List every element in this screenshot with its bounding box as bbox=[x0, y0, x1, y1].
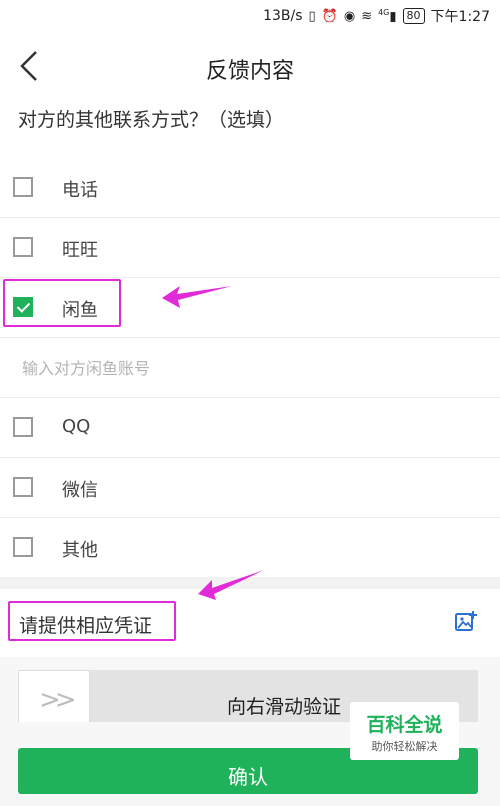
option-label: 旺旺 bbox=[62, 240, 98, 261]
option-label: 微信 bbox=[62, 480, 98, 501]
option-label: QQ bbox=[62, 416, 91, 437]
contact-section-title: 对方的其他联系方式？（选填） bbox=[18, 109, 285, 131]
checkbox[interactable] bbox=[13, 237, 33, 257]
cell-signal-icon: 4G▮ bbox=[378, 7, 397, 25]
page-title: 反馈内容 bbox=[205, 59, 294, 84]
option-phone[interactable]: 电话 bbox=[0, 158, 500, 218]
option-wangwang[interactable]: 旺旺 bbox=[0, 218, 500, 278]
option-wechat[interactable]: 微信 bbox=[0, 458, 500, 518]
contact-options-list: 电话 旺旺 闲鱼 QQ 微信 其他 bbox=[0, 158, 500, 577]
network-speed: 13B/s bbox=[263, 8, 303, 24]
annotation-box-proof bbox=[8, 601, 176, 641]
app-header: 反馈内容 bbox=[0, 32, 500, 102]
option-qq[interactable]: QQ bbox=[0, 398, 500, 458]
annotation-box-xianyu bbox=[3, 279, 121, 327]
wifi-icon: ≋ bbox=[361, 8, 373, 24]
xianyu-account-input[interactable] bbox=[20, 350, 464, 386]
checkbox[interactable] bbox=[13, 537, 33, 557]
add-image-icon[interactable] bbox=[454, 610, 478, 634]
battery-indicator: 80 bbox=[402, 8, 425, 24]
eye-icon: ◉ bbox=[343, 8, 356, 24]
alarm-icon: ⏰ bbox=[321, 8, 338, 24]
watermark-title: 百科全说 bbox=[366, 714, 443, 736]
contact-section-header: 对方的其他联系方式？（选填） bbox=[0, 100, 500, 159]
vibrate-icon: ▯ bbox=[308, 8, 316, 24]
checkbox[interactable] bbox=[13, 477, 33, 497]
checkbox[interactable] bbox=[13, 177, 33, 197]
checkbox[interactable] bbox=[13, 417, 33, 437]
annotation-arrow-1 bbox=[162, 286, 232, 308]
option-label: 电话 bbox=[62, 180, 98, 201]
xianyu-account-row bbox=[0, 338, 500, 398]
option-label: 其他 bbox=[62, 540, 98, 561]
signal-type: 4G bbox=[378, 7, 390, 17]
clock: 下午1:27 bbox=[430, 9, 490, 25]
status-bar: 13B/s ▯ ⏰ ◉ ≋ 4G▮ 80 下午1:27 bbox=[0, 0, 500, 32]
image-upload-icon bbox=[455, 611, 477, 631]
annotation-arrow-2 bbox=[198, 570, 264, 600]
watermark-logo: 百科全说 助你轻松解决 bbox=[350, 702, 459, 760]
double-chevron-right-icon: >> bbox=[39, 685, 76, 715]
watermark-subtitle: 助你轻松解决 bbox=[371, 740, 438, 753]
